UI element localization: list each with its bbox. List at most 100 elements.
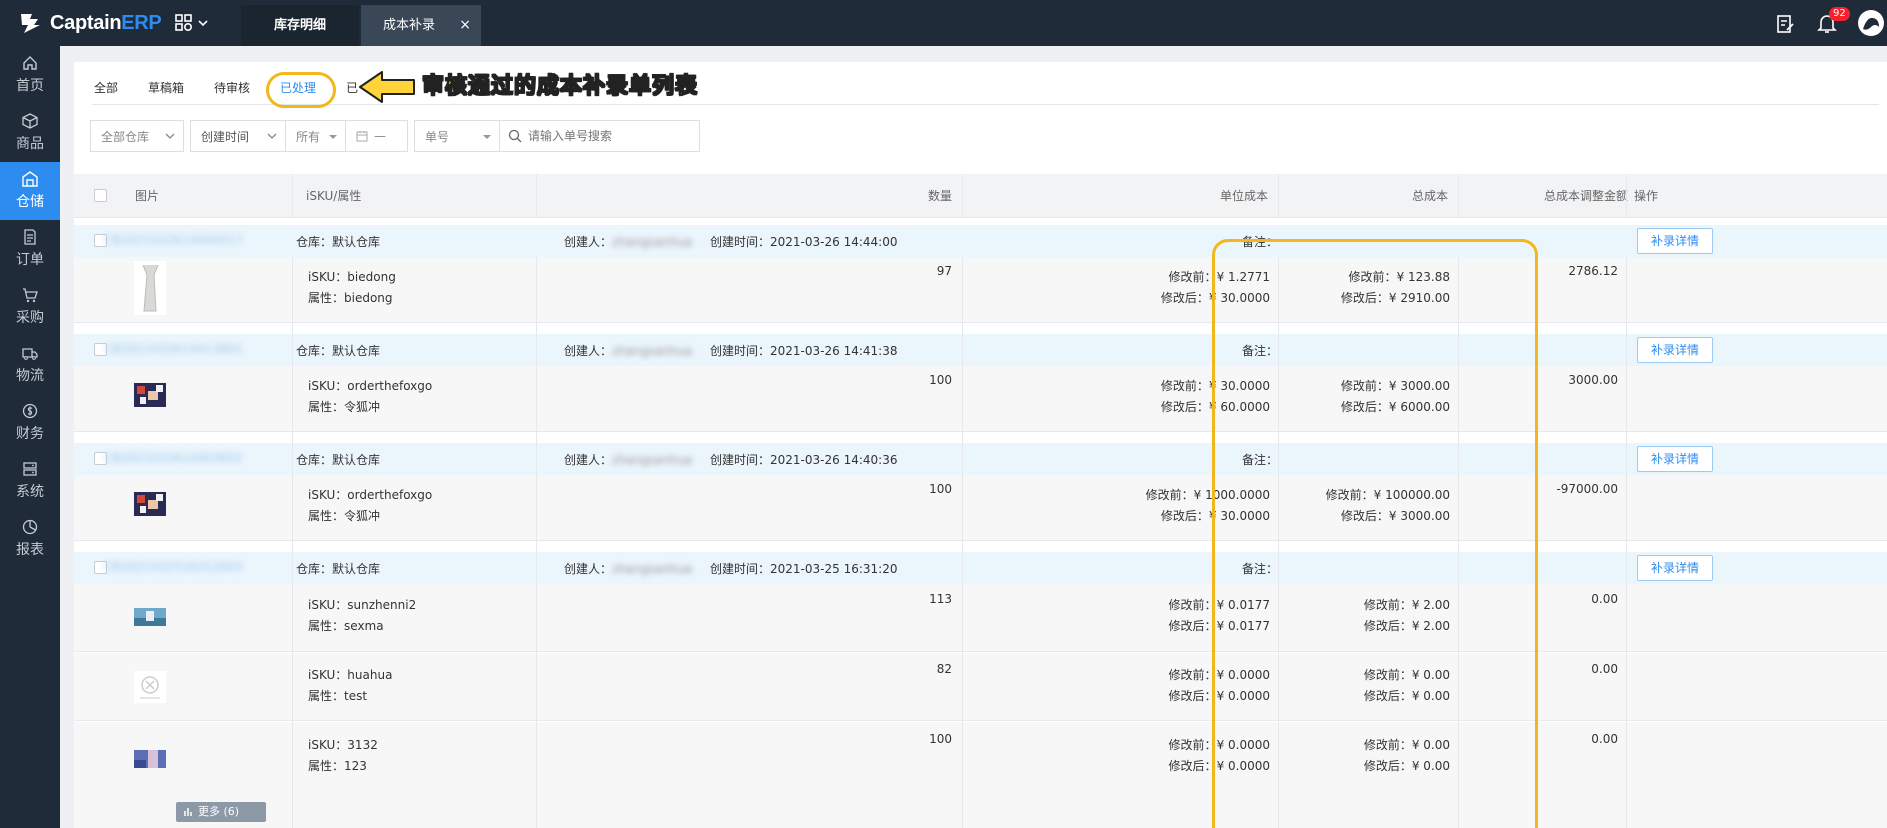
status-tabs: 全部 草稿箱 待审核 已处理 已 (94, 62, 388, 104)
sidebar-item-home[interactable]: 首页 (0, 46, 60, 104)
item-quantity: 100 (929, 482, 952, 496)
item-quantity: 113 (929, 592, 952, 606)
filter-bar: 全部仓库 创建时间 所有 — 单号 (90, 120, 706, 152)
order-created-time: 创建时间：2021-03-26 14:44:00 (710, 235, 898, 249)
item-quantity: 97 (936, 264, 952, 278)
sidebar-item-label: 系统 (16, 484, 44, 500)
tab-label: 成本补录 (383, 18, 436, 33)
close-icon[interactable]: × (459, 5, 471, 46)
number-type-select[interactable]: 单号 (414, 120, 500, 152)
column-divider (292, 257, 293, 828)
sidebar-item-label: 首页 (16, 78, 44, 94)
order-number-link[interactable]: CB2021032614440017 (104, 233, 243, 247)
sidebar-item-product[interactable]: 商品 (0, 104, 60, 162)
time-type-select[interactable]: 创建时间 (190, 120, 286, 152)
logo-text: CaptainERP (50, 11, 162, 34)
notification-badge: 92 (1829, 7, 1850, 21)
select-all-checkbox[interactable] (94, 189, 107, 202)
bar-chart-icon (184, 808, 192, 816)
show-more-label: 更多 (6) (198, 805, 240, 818)
tab-cost-supplement[interactable]: 成本补录 × (361, 5, 481, 46)
header-action: 操作 (1634, 189, 1659, 203)
sidebar-item-logistics[interactable]: 物流 (0, 336, 60, 394)
item-isku: iSKU：sunzhenni2 (308, 598, 417, 612)
product-image (134, 608, 166, 626)
task-list-icon[interactable] (1775, 14, 1795, 34)
sidebar-item-warehouse[interactable]: 仓储 (0, 162, 60, 220)
caret-down-icon (329, 135, 337, 139)
item-isku: iSKU：3132 (308, 738, 378, 752)
tab-inventory-detail[interactable]: 库存明细 (241, 5, 359, 46)
item-attribute: 属性：sexma (308, 619, 384, 633)
app-switcher[interactable] (175, 14, 209, 32)
annotation-highlight-box (1212, 239, 1538, 828)
supplement-detail-button[interactable]: 补录详情 (1637, 555, 1713, 581)
time-type-value: 创建时间 (201, 129, 250, 144)
no-image-placeholder-icon (134, 671, 166, 703)
supplement-detail-button[interactable]: 补录详情 (1637, 228, 1713, 254)
tab-partial[interactable]: 已 (346, 79, 358, 104)
supplement-detail-button[interactable]: 补录详情 (1637, 337, 1713, 363)
home-icon (23, 56, 37, 70)
order-created-time: 创建时间：2021-03-26 14:40:36 (710, 453, 898, 467)
header-sku: iSKU/属性 (306, 189, 362, 203)
tab-pending[interactable]: 待审核 (214, 79, 250, 104)
order-creator: 创建人：zhangsanhua (564, 235, 693, 249)
search-input[interactable] (528, 129, 688, 143)
sidebar-item-system[interactable]: 系统 (0, 452, 60, 510)
tab-drafts[interactable]: 草稿箱 (148, 79, 184, 104)
sidebar-item-label: 报表 (16, 542, 44, 558)
item-attribute: 属性：令狐冲 (308, 509, 381, 523)
sidebar-item-report[interactable]: 报表 (0, 510, 60, 568)
date-value: — (374, 129, 386, 143)
system-icon (23, 462, 37, 476)
item-isku: iSKU：huahua (308, 668, 393, 682)
order-creator: 创建人：zhangsanhua (564, 562, 693, 576)
warehouse-select[interactable]: 全部仓库 (90, 120, 184, 152)
column-divider (1626, 257, 1627, 828)
sidebar-item-label: 仓储 (16, 194, 44, 210)
logo[interactable]: CaptainERP (18, 10, 162, 36)
chevron-down-icon (165, 133, 175, 139)
search-icon (508, 129, 522, 143)
avatar[interactable] (1857, 9, 1885, 37)
show-more-button[interactable]: 更多 (6) (176, 802, 266, 822)
date-picker[interactable]: — (346, 120, 408, 152)
order-created-time: 创建时间：2021-03-26 14:41:38 (710, 344, 898, 358)
order-warehouse: 仓库：默认仓库 (296, 235, 381, 249)
order-warehouse: 仓库：默认仓库 (296, 453, 381, 467)
order-created-time: 创建时间：2021-03-25 16:31:20 (710, 562, 898, 576)
sidebar-item-label: 物流 (16, 368, 44, 384)
sidebar-item-label: 商品 (16, 136, 44, 152)
chevron-down-icon (198, 20, 208, 27)
order-number-link[interactable]: CB2021032614403602 (104, 451, 243, 465)
box-icon (22, 113, 38, 129)
calendar-icon (356, 131, 368, 142)
order-creator: 创建人：zhangsanhua (564, 453, 693, 467)
sidebar-item-label: 订单 (16, 252, 44, 268)
sidebar-item-label: 采购 (16, 310, 44, 326)
item-attribute: 属性：令狐冲 (308, 400, 381, 414)
money-icon (22, 403, 38, 419)
tabs-divider (92, 104, 1879, 105)
order-warehouse: 仓库：默认仓库 (296, 344, 381, 358)
column-divider (962, 257, 963, 828)
order-number-link[interactable]: CB2021032614413801 (104, 342, 243, 356)
supplement-detail-button[interactable]: 补录详情 (1637, 446, 1713, 472)
header-adjust-amount: 总成本调整金额 (1543, 189, 1628, 203)
tab-all[interactable]: 全部 (94, 79, 118, 104)
range-select[interactable]: 所有 (286, 120, 346, 152)
order-number-link[interactable]: CB2021032516312003 (104, 560, 243, 574)
annotation-arrow-icon (359, 71, 415, 103)
search-box[interactable] (500, 120, 700, 152)
sidebar-item-finance[interactable]: 财务 (0, 394, 60, 452)
item-quantity: 82 (936, 662, 952, 676)
product-image (134, 750, 166, 768)
sidebar-item-order[interactable]: 订单 (0, 220, 60, 278)
main-content: 全部 草稿箱 待审核 已处理 已 审核通过的成本补录单列表 全部仓库 创建时间 … (74, 62, 1887, 828)
order-warehouse: 仓库：默认仓库 (296, 562, 381, 576)
sidebar-item-purchase[interactable]: 采购 (0, 278, 60, 336)
header-image: 图片 (135, 189, 160, 203)
header-qty: 数量 (927, 189, 952, 203)
item-attribute: 属性：123 (308, 759, 367, 773)
